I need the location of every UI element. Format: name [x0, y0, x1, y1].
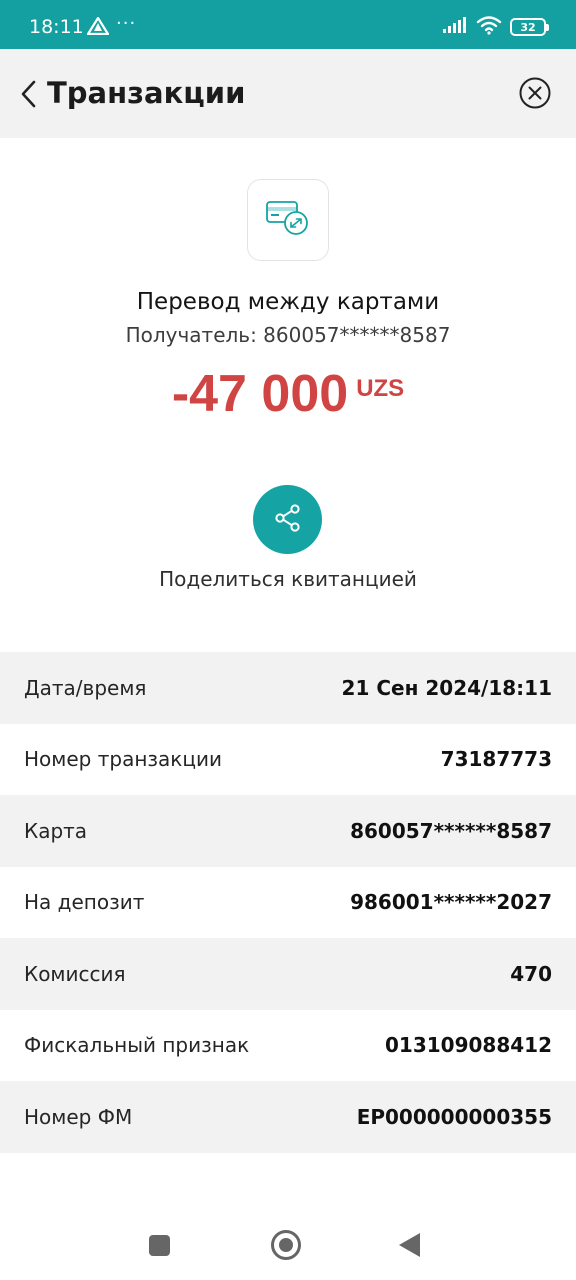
share-receipt-label[interactable]: Поделиться квитанцией — [0, 567, 576, 591]
status-time: 18:11 — [29, 16, 84, 38]
transaction-currency: UZS — [356, 375, 405, 402]
share-icon — [273, 503, 303, 537]
detail-row-deposit: На депозит 986001******2027 — [0, 866, 576, 938]
back-triangle-icon[interactable] — [399, 1233, 420, 1257]
battery-icon: 32 — [510, 18, 549, 36]
detail-label: Номер ФМ — [24, 1104, 133, 1129]
page-title: Транзакции — [47, 76, 246, 110]
app-notification-icon — [86, 15, 110, 39]
signal-icon — [442, 16, 468, 38]
share-receipt-button[interactable] — [253, 485, 322, 554]
detail-label: На депозит — [24, 890, 145, 915]
detail-label: Дата/время — [24, 675, 147, 700]
detail-value: 013109088412 — [385, 1033, 552, 1058]
detail-row-commission: Комиссия 470 — [0, 938, 576, 1010]
status-icons: 32 — [442, 15, 549, 39]
detail-label: Комиссия — [24, 961, 126, 986]
detail-value: EP000000000355 — [356, 1104, 552, 1129]
card-transfer-icon — [265, 198, 311, 242]
detail-row-fiscal-sign: Фискальный признак 013109088412 — [0, 1009, 576, 1081]
transaction-type-icon-box — [247, 179, 329, 261]
home-icon[interactable] — [271, 1230, 301, 1260]
transaction-recipient: Получатель: 860057******8587 — [125, 323, 451, 347]
transaction-amount: -47 000 — [171, 365, 349, 423]
detail-label: Фискальный признак — [24, 1033, 250, 1058]
transaction-amount-block: -47 000 UZS — [0, 364, 576, 424]
detail-label: Карта — [24, 818, 88, 843]
app-header: Транзакции — [0, 49, 576, 138]
wifi-icon — [476, 15, 502, 39]
transaction-type: Перевод между картами — [136, 289, 440, 315]
detail-row-card: Карта 860057******8587 — [0, 795, 576, 867]
system-nav-bar — [0, 1200, 576, 1280]
detail-value: 470 — [510, 961, 552, 986]
recents-icon[interactable] — [149, 1235, 170, 1256]
detail-value: 73187773 — [440, 747, 552, 772]
detail-value: 860057******8587 — [350, 818, 552, 843]
detail-row-datetime: Дата/время 21 Сен 2024/18:11 — [0, 652, 576, 724]
detail-label: Номер транзакции — [24, 747, 222, 772]
status-bar: 18:11 ··· 32 — [0, 0, 576, 49]
detail-value: 21 Сен 2024/18:11 — [341, 675, 552, 700]
detail-row-transaction-number: Номер транзакции 73187773 — [0, 723, 576, 795]
detail-value: 986001******2027 — [350, 890, 552, 915]
close-circle-icon[interactable] — [518, 76, 552, 110]
transaction-details: Дата/время 21 Сен 2024/18:11 Номер транз… — [0, 652, 576, 1153]
more-notifications-icon: ··· — [116, 13, 137, 34]
detail-row-fm-number: Номер ФМ EP000000000355 — [0, 1081, 576, 1153]
chevron-left-icon[interactable] — [18, 79, 44, 109]
